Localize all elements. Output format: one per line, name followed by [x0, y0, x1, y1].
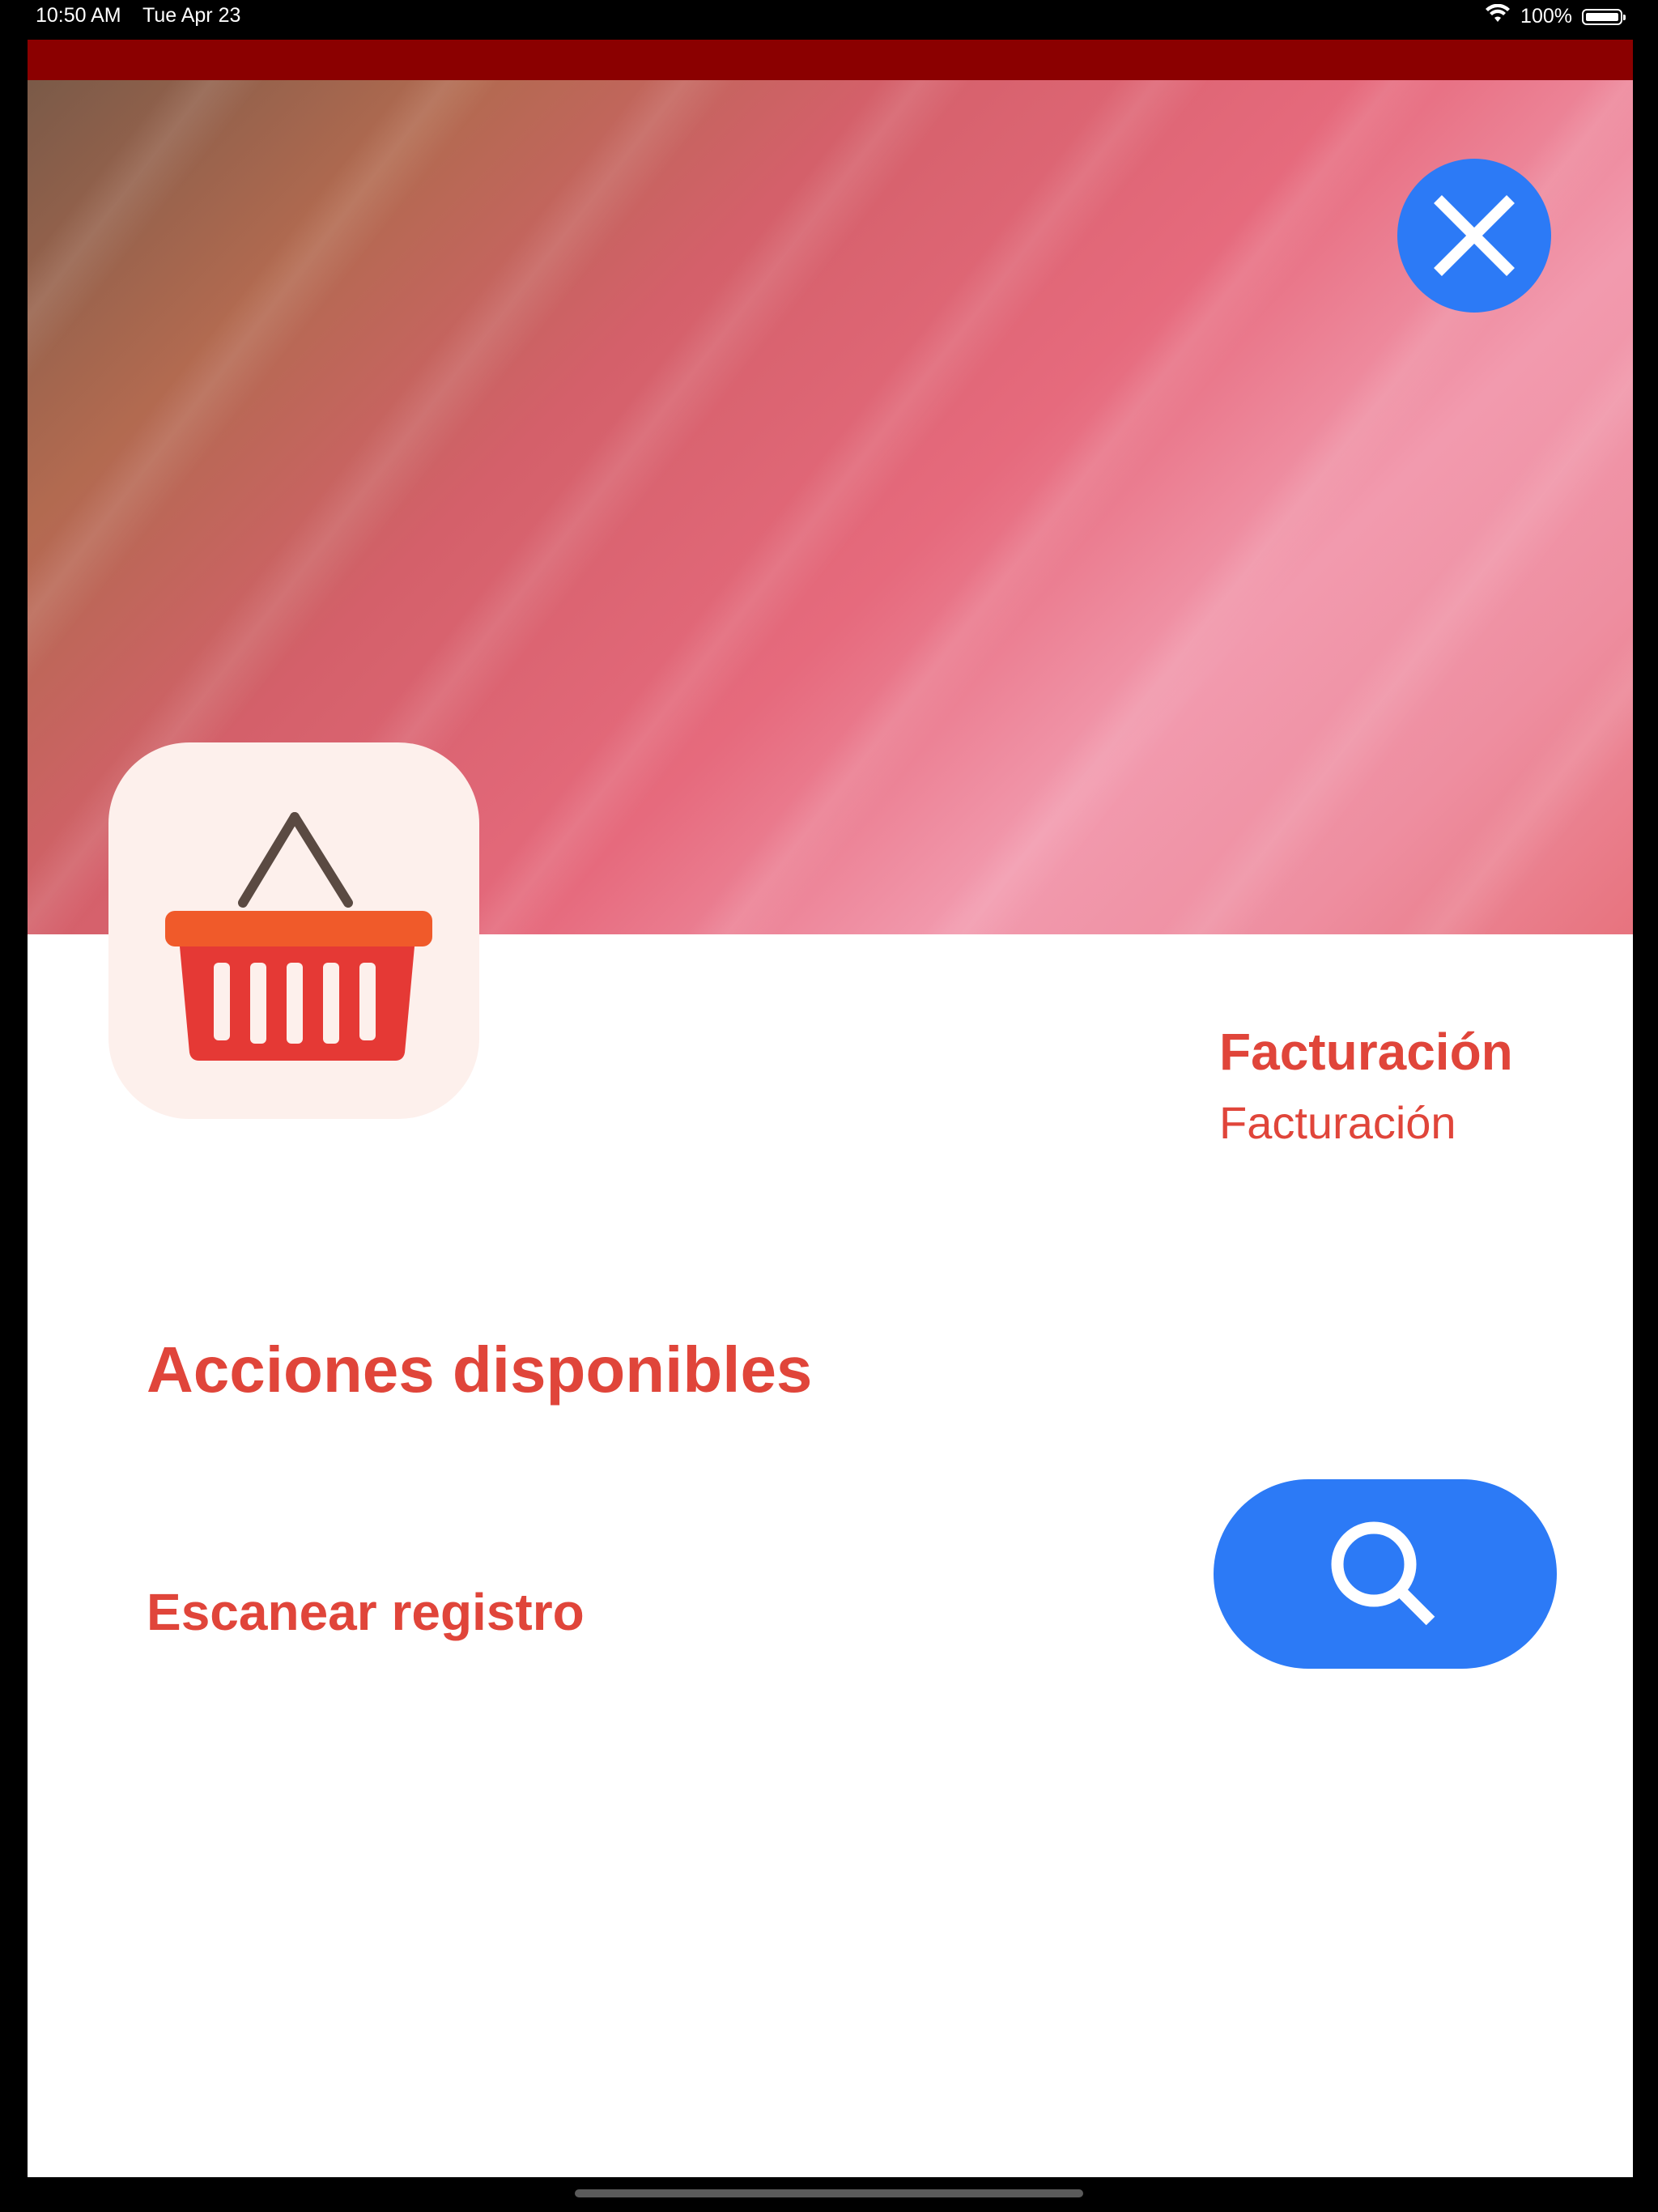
close-button[interactable]	[1397, 159, 1551, 313]
battery-percent: 100%	[1520, 5, 1572, 28]
app-icon	[108, 742, 479, 1119]
status-bar: 10:50 AM Tue Apr 23 100%	[0, 0, 1658, 36]
scan-record-label: Escanear registro	[147, 1583, 585, 1641]
wifi-icon	[1485, 3, 1511, 29]
actions-section-title: Acciones disponibles	[147, 1334, 813, 1406]
close-icon	[1434, 195, 1515, 276]
app-subtitle: Facturación	[1219, 1097, 1456, 1148]
status-indicators: 100%	[1485, 3, 1626, 29]
battery-icon	[1582, 8, 1626, 25]
status-date: Tue Apr 23	[142, 4, 241, 27]
battery-level	[1586, 12, 1618, 21]
home-indicator[interactable]	[575, 2189, 1083, 2197]
app-window: Facturación Facturación Acciones disponi…	[28, 40, 1633, 2177]
search-icon	[1331, 1521, 1435, 1626]
status-time: 10:50 AM	[36, 4, 121, 27]
shopping-basket-icon	[165, 812, 432, 1061]
top-bar	[28, 40, 1633, 80]
scan-record-button[interactable]	[1214, 1479, 1557, 1669]
app-title: Facturación	[1219, 1023, 1513, 1081]
